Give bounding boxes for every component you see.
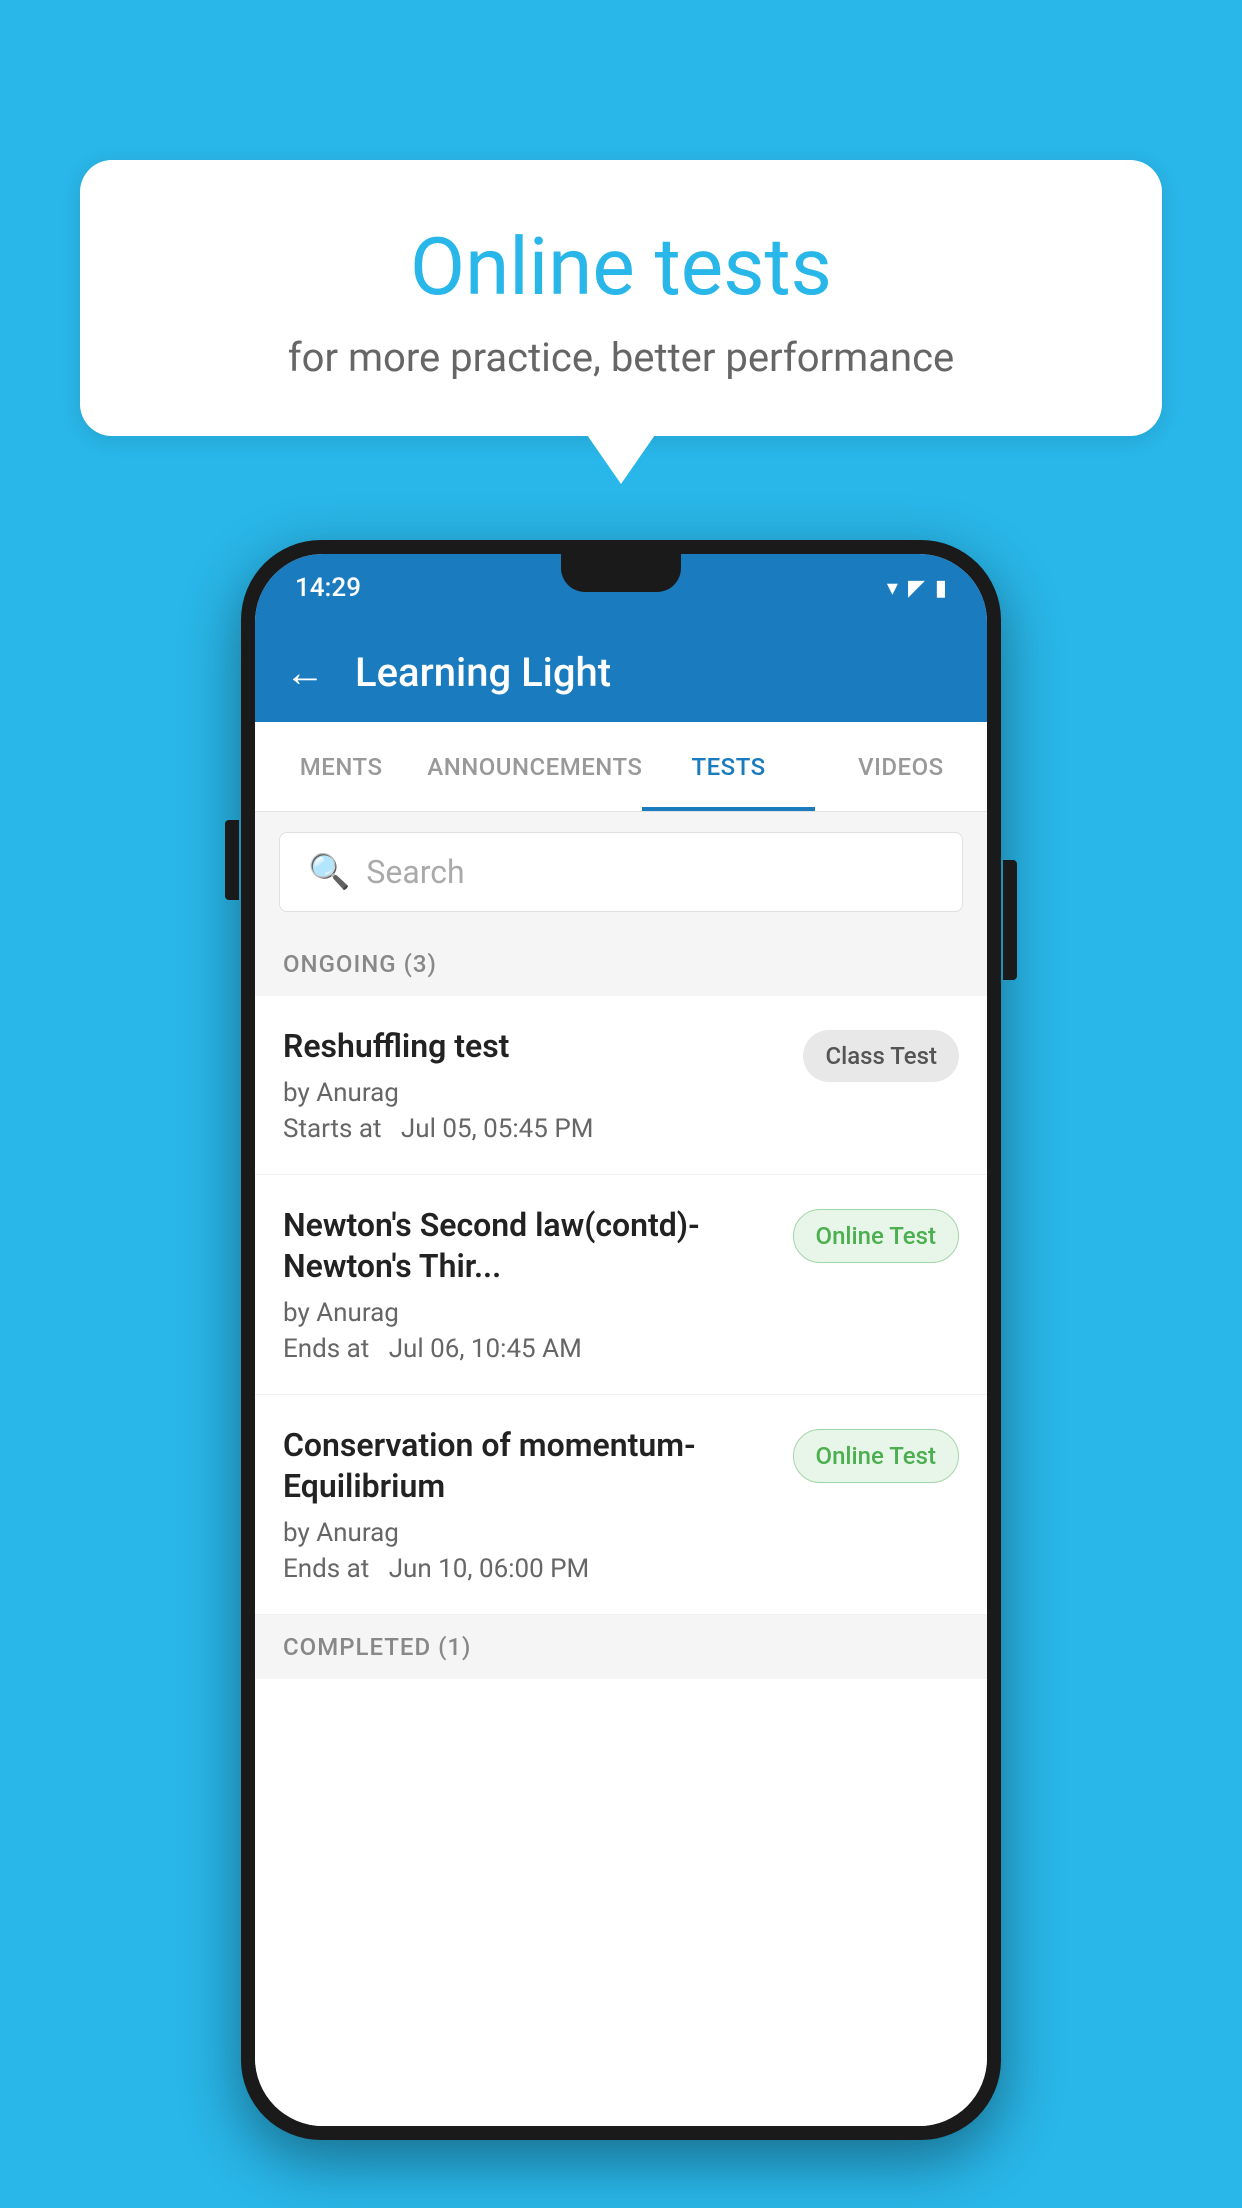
- phone-frame: 14:29 ▾ ◤ ▮ ← Learning Light MENTS ANNOU…: [241, 540, 1001, 2140]
- test-list: Reshuffling test by Anurag Starts at Jul…: [255, 996, 987, 2126]
- test-time: Ends at Jul 06, 10:45 AM: [283, 1334, 773, 1364]
- status-time: 14:29: [295, 573, 361, 603]
- test-author: by Anurag: [283, 1298, 773, 1328]
- signal-icon: ◤: [908, 576, 925, 601]
- test-item[interactable]: Reshuffling test by Anurag Starts at Jul…: [255, 996, 987, 1175]
- app-bar: ← Learning Light: [255, 622, 987, 722]
- phone-screen: 14:29 ▾ ◤ ▮ ← Learning Light MENTS ANNOU…: [255, 554, 987, 2126]
- phone-mockup: 14:29 ▾ ◤ ▮ ← Learning Light MENTS ANNOU…: [241, 540, 1001, 2140]
- promo-bubble: Online tests for more practice, better p…: [80, 160, 1162, 436]
- test-info: Newton's Second law(contd)-Newton's Thir…: [283, 1205, 773, 1364]
- test-name: Newton's Second law(contd)-Newton's Thir…: [283, 1205, 773, 1288]
- back-button[interactable]: ←: [285, 649, 325, 696]
- battery-icon: ▮: [935, 576, 947, 601]
- test-author: by Anurag: [283, 1078, 783, 1108]
- test-info: Reshuffling test by Anurag Starts at Jul…: [283, 1026, 783, 1144]
- test-time: Starts at Jul 05, 05:45 PM: [283, 1114, 783, 1144]
- status-icons: ▾ ◤ ▮: [887, 576, 947, 601]
- test-author: by Anurag: [283, 1518, 773, 1548]
- tabs-bar: MENTS ANNOUNCEMENTS TESTS VIDEOS: [255, 722, 987, 812]
- test-badge: Class Test: [803, 1030, 959, 1082]
- test-item[interactable]: Newton's Second law(contd)-Newton's Thir…: [255, 1175, 987, 1395]
- tab-tests[interactable]: TESTS: [642, 722, 814, 811]
- tab-ments[interactable]: MENTS: [255, 722, 427, 811]
- search-container: 🔍 Search: [255, 812, 987, 932]
- phone-notch: [561, 554, 681, 592]
- test-item[interactable]: Conservation of momentum-Equilibrium by …: [255, 1395, 987, 1615]
- test-badge: Online Test: [793, 1209, 959, 1263]
- test-info: Conservation of momentum-Equilibrium by …: [283, 1425, 773, 1584]
- test-badge: Online Test: [793, 1429, 959, 1483]
- search-box[interactable]: 🔍 Search: [279, 832, 963, 912]
- bubble-title: Online tests: [140, 220, 1102, 314]
- completed-section-title: COMPLETED (1): [283, 1633, 471, 1661]
- bubble-subtitle: for more practice, better performance: [140, 334, 1102, 381]
- test-time: Ends at Jun 10, 06:00 PM: [283, 1554, 773, 1584]
- test-name: Reshuffling test: [283, 1026, 783, 1068]
- tab-videos[interactable]: VIDEOS: [815, 722, 987, 811]
- wifi-icon: ▾: [887, 576, 898, 601]
- app-bar-title: Learning Light: [355, 649, 611, 696]
- search-placeholder: Search: [366, 853, 464, 891]
- test-name: Conservation of momentum-Equilibrium: [283, 1425, 773, 1508]
- ongoing-section-header: ONGOING (3): [255, 932, 987, 996]
- ongoing-section-title: ONGOING (3): [283, 950, 437, 978]
- completed-section-header: COMPLETED (1): [255, 1615, 987, 1679]
- tab-announcements[interactable]: ANNOUNCEMENTS: [427, 722, 642, 811]
- search-icon: 🔍: [308, 852, 350, 892]
